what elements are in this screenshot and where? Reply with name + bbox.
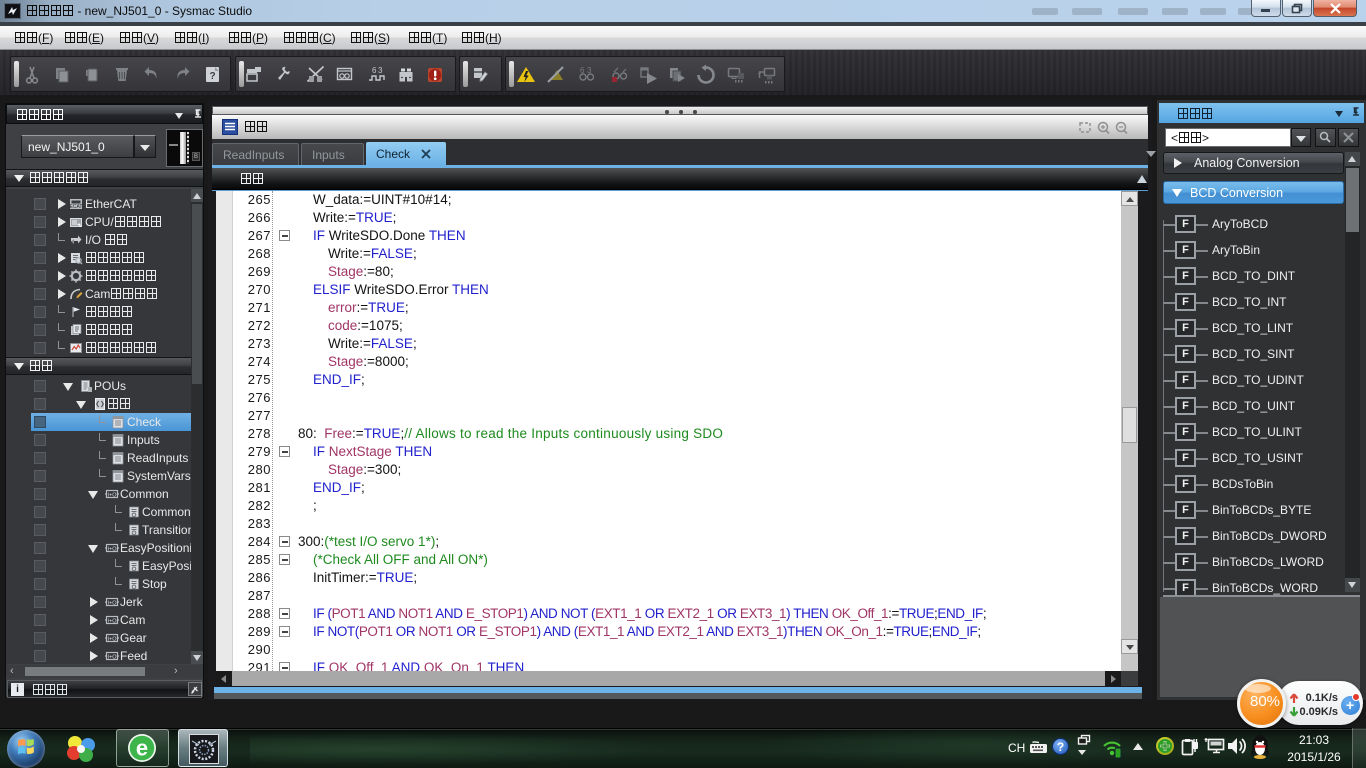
svg-text:I+O: I+O xyxy=(107,655,117,661)
svg-text:I+O: I+O xyxy=(107,619,117,625)
svg-text:6: 6 xyxy=(372,66,377,75)
svg-text:I+O: I+O xyxy=(107,547,117,553)
svg-text:I+O: I+O xyxy=(107,601,117,607)
svg-text:3: 3 xyxy=(378,66,383,75)
svg-text:ECAT: ECAT xyxy=(70,204,83,210)
svg-text:I+O: I+O xyxy=(107,493,117,499)
svg-text:?: ? xyxy=(209,71,215,82)
svg-text:I+O: I+O xyxy=(107,637,117,643)
svg-text:e: e xyxy=(136,736,148,761)
